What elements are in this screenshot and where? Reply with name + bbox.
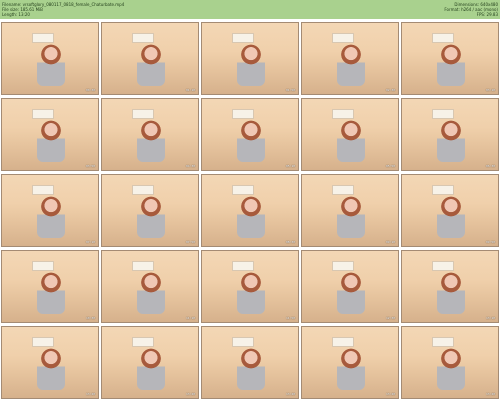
video-thumbnail: 13:20 (101, 326, 199, 399)
video-thumbnail: 05:50 (301, 98, 399, 171)
thumbnail-timestamp: 13:20 (185, 392, 195, 396)
video-thumbnail: 10:30 (1, 250, 99, 323)
length: Length: 13:20 (2, 12, 30, 17)
thumbnail-timestamp: 07:10 (85, 240, 95, 244)
video-thumbnail: 06:30 (401, 98, 499, 171)
video-thumbnail: 09:10 (301, 174, 399, 247)
person (337, 269, 365, 314)
thumbnail-timestamp: 04:30 (185, 164, 195, 168)
video-thumbnail: 00:30 (1, 22, 99, 95)
person (237, 41, 265, 86)
person (237, 117, 265, 162)
video-thumbnail: 05:10 (201, 98, 299, 171)
person (337, 117, 365, 162)
video-thumbnail: 01:10 (101, 22, 199, 95)
person (37, 117, 65, 162)
thumbnail-timestamp: 13:20 (485, 392, 495, 396)
person (337, 345, 365, 390)
thumbnail-timestamp: 05:50 (385, 164, 395, 168)
video-thumbnail: 09:50 (401, 174, 499, 247)
video-thumbnail: 11:50 (201, 250, 299, 323)
person (437, 193, 465, 238)
video-thumbnail: 07:50 (101, 174, 199, 247)
person (137, 345, 165, 390)
video-thumbnail: 08:30 (201, 174, 299, 247)
person (337, 193, 365, 238)
thumbnail-timestamp: 08:30 (285, 240, 295, 244)
video-thumbnail: 03:50 (1, 98, 99, 171)
thumbnail-timestamp: 03:10 (485, 88, 495, 92)
video-thumbnail: 03:10 (401, 22, 499, 95)
thumbnail-timestamp: 06:30 (485, 164, 495, 168)
video-thumbnail: 02:30 (301, 22, 399, 95)
fps: FPS: 29.83 (476, 12, 498, 17)
person (137, 117, 165, 162)
person (437, 269, 465, 314)
thumbnail-timestamp: 07:50 (185, 240, 195, 244)
video-thumbnail: 01:50 (201, 22, 299, 95)
thumbnail-timestamp: 00:30 (85, 88, 95, 92)
person (437, 345, 465, 390)
metadata-left: Filename: vrsoftglory_080117_0818_female… (2, 2, 124, 17)
video-thumbnail: 13:20 (301, 326, 399, 399)
thumbnail-timestamp: 12:30 (385, 316, 395, 320)
thumbnail-grid: 00:30 01:10 01:50 02:30 03:10 03:50 04:30 05:10… (0, 22, 500, 401)
person (37, 269, 65, 314)
thumbnail-timestamp: 11:10 (185, 316, 195, 320)
person (237, 193, 265, 238)
person (137, 269, 165, 314)
person (337, 41, 365, 86)
thumbnail-timestamp: 13:20 (385, 392, 395, 396)
person (37, 345, 65, 390)
video-thumbnail: 12:30 (301, 250, 399, 323)
video-thumbnail: 13:10 (401, 250, 499, 323)
metadata-right: Dimensions: 640x480 Format: h264 / aac (… (444, 2, 498, 17)
thumbnail-timestamp: 09:10 (385, 240, 395, 244)
thumbnail-timestamp: 13:20 (285, 392, 295, 396)
thumbnail-timestamp: 01:10 (185, 88, 195, 92)
person (37, 41, 65, 86)
video-thumbnail: 13:20 (1, 326, 99, 399)
metadata-header: Filename: vrsoftglory_080117_0818_female… (0, 0, 500, 19)
person (137, 41, 165, 86)
thumbnail-timestamp: 05:10 (285, 164, 295, 168)
person (437, 117, 465, 162)
person (137, 193, 165, 238)
thumbnail-timestamp: 02:30 (385, 88, 395, 92)
person (37, 193, 65, 238)
video-thumbnail: 13:20 (201, 326, 299, 399)
thumbnail-timestamp: 10:30 (85, 316, 95, 320)
video-thumbnail: 13:20 (401, 326, 499, 399)
thumbnail-timestamp: 03:50 (85, 164, 95, 168)
thumbnail-timestamp: 01:50 (285, 88, 295, 92)
video-thumbnail: 11:10 (101, 250, 199, 323)
person (437, 41, 465, 86)
video-thumbnail: 04:30 (101, 98, 199, 171)
thumbnail-timestamp: 09:50 (485, 240, 495, 244)
thumbnail-timestamp: 13:20 (85, 392, 95, 396)
person (237, 269, 265, 314)
person (237, 345, 265, 390)
thumbnail-timestamp: 13:10 (485, 316, 495, 320)
thumbnail-timestamp: 11:50 (285, 316, 295, 320)
video-thumbnail: 07:10 (1, 174, 99, 247)
